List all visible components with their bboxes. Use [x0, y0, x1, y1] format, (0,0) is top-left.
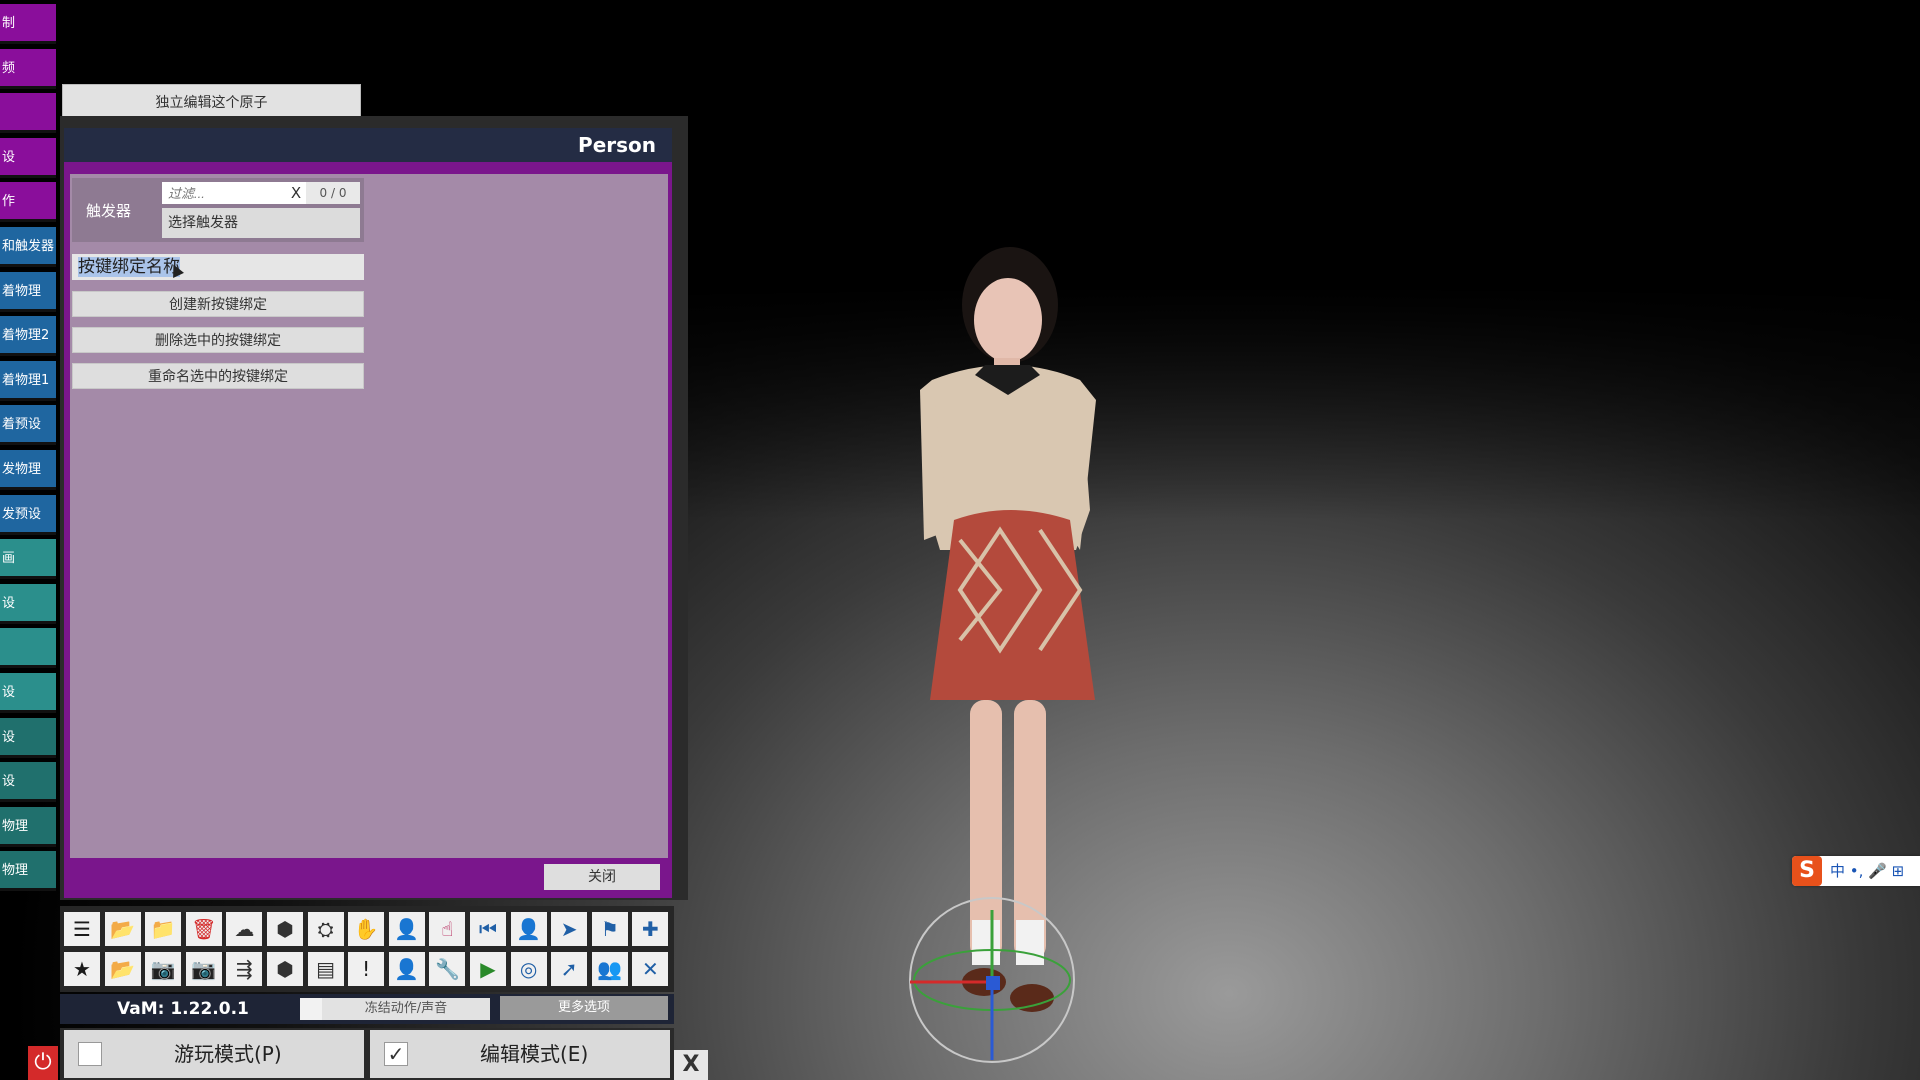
- left-tab-11[interactable]: 发预设: [0, 494, 56, 535]
- left-tab-7[interactable]: 着物理2: [0, 316, 56, 357]
- left-tab-13[interactable]: 设: [0, 583, 56, 624]
- left-tab-4[interactable]: 作: [0, 182, 56, 223]
- left-tab-18[interactable]: 物理: [0, 806, 56, 847]
- left-tab-strip: 制频设作和触发器 着物理 着物理2 着物理1 着预设 发物理 发预设画设设设设物理 物理: [0, 0, 58, 900]
- left-tab-9[interactable]: 着预设: [0, 405, 56, 446]
- trigger-filter-input[interactable]: [162, 182, 287, 204]
- character-model: [909, 247, 1096, 1063]
- hub-icon[interactable]: ⛭: [307, 912, 344, 946]
- panel-title: Person: [64, 128, 672, 162]
- hand-icon[interactable]: ✋: [348, 912, 385, 946]
- edit-mode-label: 编辑模式(E): [480, 1042, 589, 1066]
- binding-name-text: 按键绑定名称: [78, 257, 180, 277]
- person-icon[interactable]: 👤: [510, 912, 547, 946]
- left-tab-14[interactable]: [0, 628, 56, 669]
- alert-icon[interactable]: !: [348, 952, 385, 986]
- power-icon[interactable]: ⏻: [28, 1046, 58, 1080]
- more-options-button[interactable]: 更多选项: [500, 996, 668, 1020]
- select-trigger-dropdown[interactable]: 选择触发器: [162, 208, 360, 238]
- menu-icon[interactable]: ☰: [64, 912, 100, 946]
- camera-folder-icon[interactable]: 📷: [145, 952, 182, 986]
- package-icon[interactable]: ⬢: [267, 952, 303, 986]
- filter-count: 0 / 0: [306, 182, 360, 204]
- left-tab-1[interactable]: 频: [0, 48, 56, 89]
- tools-icon[interactable]: ✕: [632, 952, 669, 986]
- left-tab-16[interactable]: 设: [0, 717, 56, 758]
- edit-mode-checkbox[interactable]: ✓: [384, 1042, 408, 1066]
- skip-back-icon[interactable]: ⏮: [470, 912, 506, 946]
- play-mode-label: 游玩模式(P): [174, 1042, 282, 1066]
- freeze-checkbox[interactable]: [300, 998, 322, 1020]
- edit-atom-button[interactable]: 独立编辑这个原子: [62, 84, 361, 120]
- ime-status: 中 •, 🎤 ⊞: [1830, 862, 1905, 880]
- create-binding-button[interactable]: 创建新按键绑定: [72, 291, 364, 317]
- left-tab-8[interactable]: 着物理1: [0, 360, 56, 401]
- rename-binding-button[interactable]: 重命名选中的按键绑定: [72, 363, 364, 389]
- left-tab-10[interactable]: 发物理: [0, 450, 56, 490]
- pointer-hand-icon[interactable]: ☝: [429, 912, 466, 946]
- close-ui-button[interactable]: X: [674, 1050, 708, 1080]
- person-settings-icon[interactable]: 👤: [388, 952, 425, 986]
- version-label: VaM: 1.22.0.1: [117, 999, 249, 1019]
- panel-close-button[interactable]: 关闭: [544, 864, 660, 890]
- ime-toolbar[interactable]: S 中 •, 🎤 ⊞: [1792, 856, 1920, 886]
- play-icon[interactable]: ▶: [470, 952, 506, 986]
- document-icon[interactable]: ▤: [307, 952, 344, 986]
- main-toolbar: ☰ 📂 📁 🗑 ☁ ⬢ ⛭ ✋ 👤 ☝ ⏮ 👤 ➤ ⚑ ✚ ★ 📂 📷 📷 ⇶ ⬢ ▤! 👤 🔧 ▶ ◎ ➚ 👥 ✕: [60, 906, 674, 992]
- star-icon[interactable]: ★: [64, 952, 100, 986]
- delete-binding-button[interactable]: 删除选中的按键绑定: [72, 327, 364, 353]
- cube-icon[interactable]: ⬢: [267, 912, 303, 946]
- play-mode-checkbox[interactable]: [78, 1042, 102, 1066]
- open-folder-icon[interactable]: 📂: [104, 912, 141, 946]
- wrench-icon[interactable]: 🔧: [429, 952, 466, 986]
- send-icon[interactable]: ➤: [551, 912, 588, 946]
- delete-icon[interactable]: 🗑: [185, 912, 222, 946]
- left-tab-5[interactable]: 和触发器: [0, 227, 56, 267]
- camera-icon[interactable]: 📷: [185, 952, 222, 986]
- left-tab-6[interactable]: 着物理: [0, 271, 56, 312]
- left-tab-15[interactable]: 设: [0, 673, 56, 713]
- open-file-icon[interactable]: 📂: [104, 952, 141, 986]
- person-gear-icon[interactable]: 👤: [388, 912, 425, 946]
- ime-logo-icon: S: [1792, 856, 1822, 886]
- filter-clear-button[interactable]: X: [286, 182, 306, 204]
- cursor-icon[interactable]: ➚: [551, 952, 588, 986]
- share-icon[interactable]: ⇶: [226, 952, 263, 986]
- plus-icon[interactable]: ✚: [632, 912, 669, 946]
- folder-icon[interactable]: 📁: [145, 912, 182, 946]
- people-icon[interactable]: 👥: [591, 952, 628, 986]
- flag-icon[interactable]: ⚑: [591, 912, 628, 946]
- left-tab-0[interactable]: 制: [0, 4, 56, 44]
- left-tab-19[interactable]: 物理: [0, 851, 56, 892]
- trigger-label: 触发器: [86, 202, 132, 220]
- target-icon[interactable]: ◎: [510, 952, 547, 986]
- left-tab-3[interactable]: 设: [0, 137, 56, 178]
- left-tab-12[interactable]: 画: [0, 539, 56, 580]
- freeze-motion-sound-toggle[interactable]: 冻结动作/声音: [322, 998, 490, 1020]
- left-tab-17[interactable]: 设: [0, 762, 56, 803]
- cloud-upload-icon[interactable]: ☁: [226, 912, 263, 946]
- left-tab-2[interactable]: [0, 93, 56, 134]
- binding-name-field[interactable]: 按键绑定名称: [72, 254, 364, 280]
